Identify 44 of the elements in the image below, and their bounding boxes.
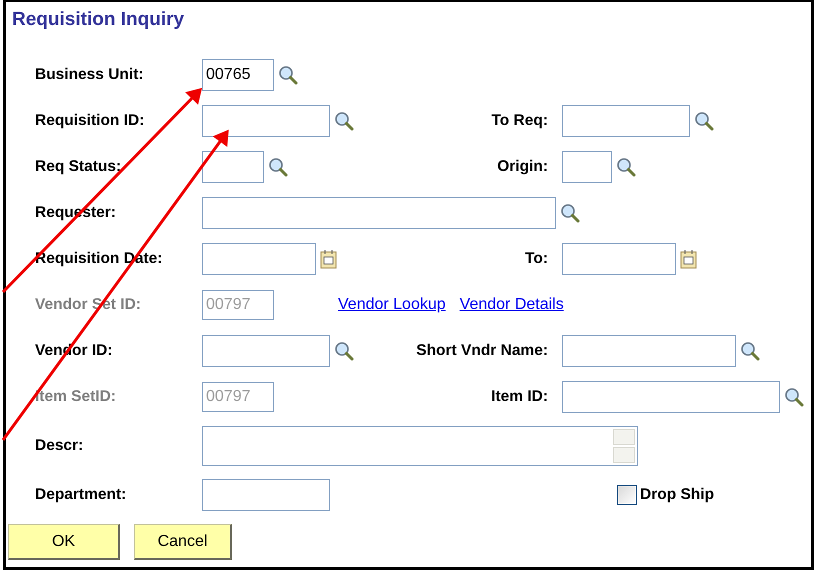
search-icon[interactable] [278, 65, 298, 85]
input-field[interactable] [562, 381, 780, 413]
field-label: Department: [35, 486, 128, 504]
input-field[interactable] [202, 151, 264, 183]
input-field[interactable] [202, 335, 330, 367]
input-field[interactable] [202, 479, 330, 511]
input-field[interactable] [202, 105, 330, 137]
search-icon[interactable] [560, 203, 580, 223]
input-field[interactable] [562, 243, 676, 275]
field-label: Item ID: [490, 388, 548, 406]
input-field[interactable] [202, 243, 316, 275]
field-label: Short Vndr Name: [415, 342, 548, 360]
search-icon[interactable] [268, 157, 288, 177]
field-label: Business Unit: [35, 66, 145, 84]
search-icon[interactable] [334, 341, 354, 361]
input-field[interactable] [562, 105, 690, 137]
input-field[interactable] [202, 197, 556, 229]
calendar-icon[interactable] [680, 249, 698, 269]
search-icon[interactable] [694, 111, 714, 131]
calendar-icon[interactable] [320, 249, 338, 269]
field-label: To: [524, 250, 548, 268]
input-field[interactable] [562, 151, 612, 183]
search-icon[interactable] [740, 341, 760, 361]
link[interactable]: Vendor Details [460, 296, 564, 314]
field-label: To Req: [490, 112, 548, 130]
link[interactable]: Vendor Lookup [338, 296, 446, 314]
checkbox[interactable] [617, 485, 637, 505]
search-icon[interactable] [616, 157, 636, 177]
input-field: 00797 [202, 382, 274, 412]
page-title: Requisition Inquiry [11, 8, 186, 32]
input-field[interactable]: 00765 [202, 59, 274, 91]
checkbox-label: Drop Ship [640, 486, 714, 504]
button[interactable]: OK [8, 524, 120, 560]
field-label: Req Status: [35, 158, 122, 176]
field-label: Origin: [496, 158, 548, 176]
input-field: 00797 [202, 290, 274, 320]
search-icon[interactable] [784, 387, 804, 407]
input-field[interactable] [562, 335, 736, 367]
text-area[interactable] [202, 426, 638, 466]
button[interactable]: Cancel [134, 524, 232, 560]
scrollbar [613, 429, 635, 463]
search-icon[interactable] [334, 111, 354, 131]
field-label: Descr: [35, 437, 84, 455]
field-label: Requisition ID: [35, 112, 146, 130]
